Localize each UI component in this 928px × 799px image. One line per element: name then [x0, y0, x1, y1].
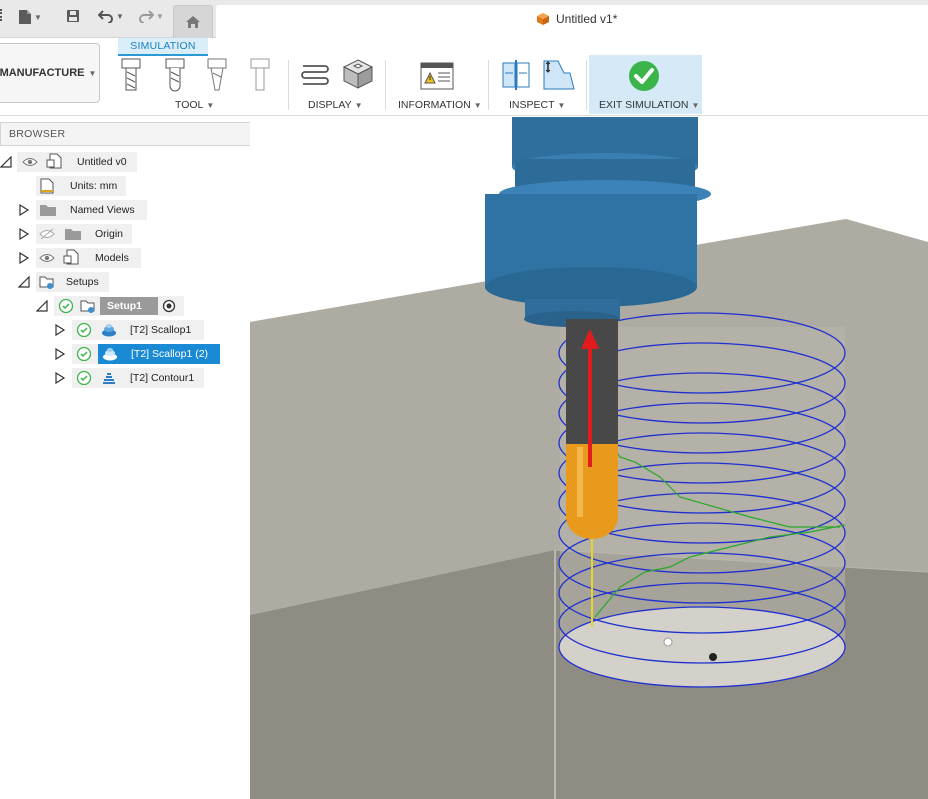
ribbon-divider: [288, 60, 289, 110]
activate-radio-icon[interactable]: [162, 299, 176, 313]
chevron-down-icon: ▼: [88, 68, 97, 78]
toolbar-ribbon: SIMULATION MANUFACTURE ▼ TOOL ▼ DISPLAY ▼ …: [0, 38, 928, 116]
valid-check-icon: [76, 346, 92, 362]
tool-group-label[interactable]: TOOL ▼: [175, 99, 214, 111]
setups-folder-icon: [39, 276, 54, 289]
tab-simulation[interactable]: SIMULATION: [118, 38, 208, 56]
folder-icon: [65, 229, 81, 240]
information-icon[interactable]: [420, 62, 454, 90]
document-title: Untitled v1*: [536, 12, 617, 26]
setup-folder-icon: [80, 300, 95, 313]
chevron-down-icon: ▼: [116, 11, 124, 21]
folder-icon: [40, 205, 56, 216]
home-icon: [186, 16, 200, 28]
contour-operation-icon: [103, 373, 115, 384]
simulation-viewport[interactable]: [250, 117, 928, 799]
file-icon: [19, 10, 31, 24]
tool-holder-icon[interactable]: [249, 58, 271, 94]
exit-simulation-button[interactable]: EXIT SIMULATION ▼: [589, 55, 702, 114]
expanded-triangle-icon[interactable]: [18, 276, 30, 288]
collapsed-triangle-icon[interactable]: [54, 324, 66, 336]
valid-check-icon: [58, 298, 74, 314]
stock-display-icon[interactable]: [342, 58, 374, 90]
ribbon-divider: [385, 60, 386, 110]
redo-button[interactable]: ▼: [138, 9, 164, 23]
information-group-label[interactable]: INFORMATION ▼: [398, 99, 482, 111]
undo-button[interactable]: ▼: [98, 9, 124, 23]
chevron-down-icon: ▼: [473, 100, 482, 110]
scallop-operation-icon: [102, 324, 116, 337]
collapsed-triangle-icon[interactable]: [54, 348, 66, 360]
valid-check-icon: [76, 370, 92, 386]
save-icon: [67, 10, 79, 22]
collapsed-triangle-icon[interactable]: [18, 204, 30, 216]
collapsed-triangle-icon[interactable]: [54, 372, 66, 384]
browser-item-setup1[interactable]: Setup1: [100, 297, 158, 315]
data-panel-button[interactable]: [0, 9, 4, 21]
exit-simulation-label: EXIT SIMULATION ▼: [599, 99, 700, 111]
expanded-triangle-icon[interactable]: [0, 156, 12, 168]
flat-endmill-icon[interactable]: [120, 58, 142, 94]
browser-title: BROWSER: [9, 128, 66, 140]
undo-icon: [98, 10, 113, 23]
valid-check-icon: [76, 322, 92, 338]
save-button[interactable]: [66, 9, 80, 23]
ball-endmill-icon[interactable]: [164, 58, 186, 94]
toolpath-display-icon[interactable]: [300, 62, 330, 88]
collapsed-triangle-icon[interactable]: [18, 228, 30, 240]
toolpath-start-point[interactable]: [663, 637, 673, 647]
display-group-label[interactable]: DISPLAY ▼: [308, 99, 363, 111]
toolpath-end-point[interactable]: [709, 653, 717, 661]
component-cube-icon: [537, 13, 549, 25]
checkmark-icon: [629, 61, 659, 91]
redo-icon: [139, 10, 154, 23]
workspace-switcher[interactable]: MANUFACTURE ▼: [0, 43, 100, 103]
visibility-eye-icon[interactable]: [22, 156, 38, 168]
ribbon-divider: [488, 60, 489, 110]
visibility-eye-icon[interactable]: [39, 252, 55, 264]
ribbon-divider: [586, 60, 587, 110]
document-component-icon: [46, 153, 62, 169]
document-component-icon: [63, 249, 79, 265]
grid-icon: [0, 9, 4, 21]
chevron-down-icon: ▼: [354, 100, 363, 110]
chevron-down-icon: ▼: [156, 11, 164, 21]
chamfer-mill-icon[interactable]: [206, 58, 228, 94]
measure-icon[interactable]: [542, 59, 576, 91]
document-title-text: Untitled v1*: [556, 12, 618, 26]
browser-panel-header: BROWSER: [0, 122, 283, 146]
simulation-scene[interactable]: [250, 117, 928, 799]
units-document-icon: [40, 178, 54, 194]
section-analysis-icon[interactable]: [501, 59, 531, 91]
hidden-eye-icon[interactable]: [39, 228, 55, 240]
title-bar: ▼ ▼ ▼ Untitled v1*: [0, 0, 928, 39]
workspace-label: MANUFACTURE: [0, 67, 85, 79]
app-window: ▼ ▼ ▼ Untitled v1* SIMULATION MANUFACTUR…: [0, 0, 928, 799]
chevron-down-icon: ▼: [206, 100, 215, 110]
collapsed-triangle-icon[interactable]: [18, 252, 30, 264]
expanded-triangle-icon[interactable]: [36, 300, 48, 312]
file-menu-button[interactable]: ▼: [18, 9, 42, 25]
home-tab[interactable]: [173, 5, 213, 38]
chevron-down-icon: ▼: [34, 12, 42, 22]
chevron-down-icon: ▼: [557, 100, 566, 110]
scallop-operation-icon: [103, 348, 117, 361]
chevron-down-icon: ▼: [691, 100, 700, 110]
inspect-group-label[interactable]: INSPECT ▼: [509, 99, 565, 111]
